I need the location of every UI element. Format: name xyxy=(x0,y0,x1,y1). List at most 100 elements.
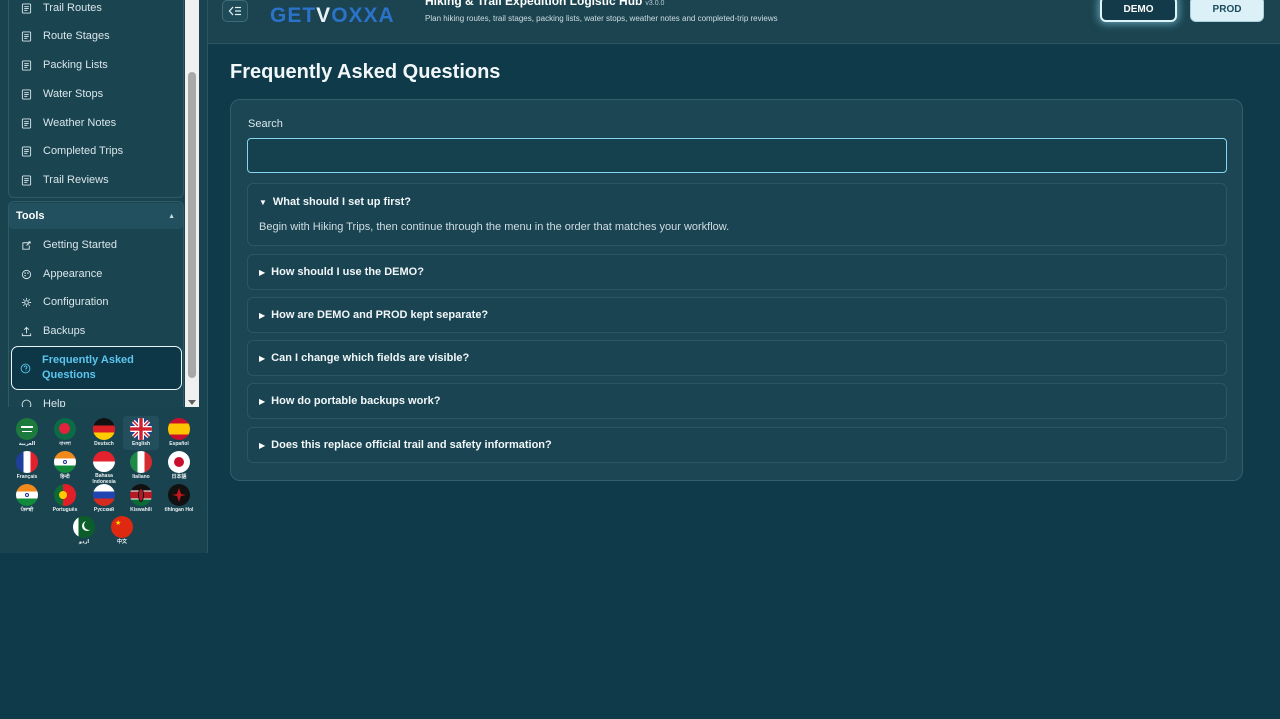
sidebar-item-getting-started[interactable]: Getting Started xyxy=(12,233,180,257)
triangle-down-icon: ▼ xyxy=(259,197,267,207)
language-option-de[interactable]: Deutsch xyxy=(86,418,122,452)
faq-item[interactable]: ▶ How do portable backups work? xyxy=(247,383,1227,419)
sidebar-item-label: Packing Lists xyxy=(43,59,108,71)
app-title: Hiking & Trail Expedition Logistic Hub v3… xyxy=(425,0,664,8)
sidebar-item-trail-reviews[interactable]: Trail Reviews xyxy=(12,168,180,192)
language-name: اردو xyxy=(78,539,90,545)
faq-question[interactable]: ▶ How should I use the DEMO? xyxy=(259,266,424,278)
language-name: हिन्दी xyxy=(60,474,70,480)
language-option-ur[interactable]: اردو xyxy=(66,516,102,550)
document-icon xyxy=(18,115,34,131)
help-circle-icon xyxy=(17,360,33,376)
collapse-sidebar-icon xyxy=(228,6,241,16)
page-title: Frequently Asked Questions xyxy=(230,61,501,83)
language-option-ja[interactable]: 日本語 xyxy=(161,451,197,485)
upload-icon xyxy=(18,323,34,339)
language-option-pa[interactable]: ਪੰਜਾਬੀ xyxy=(9,484,45,518)
language-selector: العربية বাংলা Deutsch English Español Fr… xyxy=(8,412,200,552)
flag-ru-icon xyxy=(93,484,115,506)
document-icon xyxy=(18,172,34,188)
search-label: Search xyxy=(248,118,283,130)
faq-item[interactable]: ▶ How should I use the DEMO? xyxy=(247,254,1227,290)
sidebar-item-help[interactable]: Help xyxy=(12,392,180,407)
language-name: Русский xyxy=(93,507,115,513)
triangle-right-icon: ▶ xyxy=(259,353,266,363)
flag-klingon-icon xyxy=(168,484,190,506)
faq-question[interactable]: ▼ What should I set up first? xyxy=(259,196,411,208)
sidebar-item-trail-routes[interactable]: Trail Routes xyxy=(12,0,180,20)
flag-de-icon xyxy=(93,418,115,440)
scrollbar-thumb[interactable] xyxy=(188,72,196,378)
sidebar-scrollbar[interactable] xyxy=(185,0,199,407)
faq-question[interactable]: ▶ Can I change which fields are visible? xyxy=(259,352,469,364)
language-option-zh[interactable]: ★ 中文 xyxy=(104,516,140,550)
logo-text-part: GET xyxy=(270,4,317,27)
flag-id-icon xyxy=(93,451,115,472)
language-option-ru[interactable]: Русский xyxy=(86,484,122,518)
language-option-es[interactable]: Español xyxy=(161,418,197,452)
language-option-tlh[interactable]: tlhIngan Hol xyxy=(161,484,197,518)
language-name: বাংলা xyxy=(59,441,71,447)
collapse-sidebar-button[interactable] xyxy=(222,0,248,22)
faq-question[interactable]: ▶ How do portable backups work? xyxy=(259,395,440,407)
faq-question-text: Does this replace official trail and saf… xyxy=(271,439,552,451)
language-option-pt[interactable]: Português xyxy=(47,484,83,518)
tools-group-title: Tools xyxy=(16,210,45,222)
sidebar-nav: Trail Routes Route Stages Packing Lists … xyxy=(0,0,184,407)
language-option-en[interactable]: English xyxy=(123,416,159,450)
faq-item[interactable]: ▼ What should I set up first? Begin with … xyxy=(247,183,1227,246)
language-option-bn[interactable]: বাংলা xyxy=(47,418,83,452)
sidebar-item-label: Weather Notes xyxy=(43,117,117,129)
language-name: Français xyxy=(16,474,38,480)
faq-question-text: How should I use the DEMO? xyxy=(271,266,424,278)
sidebar-item-water-stops[interactable]: Water Stops xyxy=(12,82,180,106)
prod-button[interactable]: PROD xyxy=(1190,0,1264,22)
language-name: Deutsch xyxy=(94,441,114,447)
faq-question[interactable]: ▶ Does this replace official trail and sa… xyxy=(259,439,552,451)
language-name: 日本語 xyxy=(171,474,187,480)
language-option-id[interactable]: Bahasa Indonesia xyxy=(86,451,122,485)
header: GETVOXXA Hiking & Trail Expedition Logis… xyxy=(208,0,1280,44)
sidebar-item-weather-notes[interactable]: Weather Notes xyxy=(12,111,180,135)
faq-answer: Begin with Hiking Trips, then continue t… xyxy=(259,221,730,233)
sidebar-item-label: Configuration xyxy=(43,296,109,308)
language-option-ar[interactable]: العربية xyxy=(9,418,45,452)
sidebar-item-label: Backups xyxy=(43,325,86,337)
tools-group-header[interactable]: Tools ▲ xyxy=(9,203,183,229)
sidebar-item-packing-lists[interactable]: Packing Lists xyxy=(12,53,180,77)
flag-sa-icon xyxy=(16,418,38,440)
flag-in-icon xyxy=(16,484,38,506)
triangle-right-icon: ▶ xyxy=(259,396,266,406)
language-option-fr[interactable]: Français xyxy=(9,451,45,485)
sidebar-item-completed-trips[interactable]: Completed Trips xyxy=(12,139,180,163)
language-name: العربية xyxy=(18,441,36,447)
sidebar-item-faq[interactable]: Frequently Asked Questions xyxy=(11,346,182,390)
faq-item[interactable]: ▶ How are DEMO and PROD kept separate? xyxy=(247,297,1227,333)
language-option-hi[interactable]: हिन्दी xyxy=(47,451,83,485)
flag-fr-icon xyxy=(16,451,38,473)
faq-question[interactable]: ▶ How are DEMO and PROD kept separate? xyxy=(259,309,488,321)
faq-question-text: How are DEMO and PROD kept separate? xyxy=(271,309,489,321)
sidebar-item-configuration[interactable]: Configuration xyxy=(12,290,180,314)
faq-card: Search ▼ What should I set up first? Begi… xyxy=(230,99,1243,481)
demo-button[interactable]: DEMO xyxy=(1100,0,1177,22)
language-option-it[interactable]: Italiano xyxy=(123,451,159,485)
flag-jp-icon xyxy=(168,451,190,473)
language-name: Español xyxy=(169,441,189,447)
language-name: tlhIngan Hol xyxy=(164,507,194,513)
sidebar-item-label: Getting Started xyxy=(43,239,117,251)
app-title-text: Hiking & Trail Expedition Logistic Hub xyxy=(425,0,643,8)
scroll-down-arrow-icon[interactable] xyxy=(188,400,196,405)
sidebar-item-label: Route Stages xyxy=(43,30,110,42)
help-icon xyxy=(18,396,34,407)
sidebar-item-label: Frequently Asked Questions xyxy=(42,354,134,381)
language-option-sw[interactable]: Kiswahili xyxy=(123,484,159,518)
search-input[interactable] xyxy=(247,138,1227,173)
sidebar-item-route-stages[interactable]: Route Stages xyxy=(12,24,180,48)
faq-item[interactable]: ▶ Can I change which fields are visible? xyxy=(247,340,1227,376)
chevron-up-icon: ▲ xyxy=(168,212,175,220)
sidebar-item-backups[interactable]: Backups xyxy=(12,319,180,343)
app-version: v3.0.0 xyxy=(645,0,665,7)
faq-item[interactable]: ▶ Does this replace official trail and sa… xyxy=(247,427,1227,463)
sidebar-item-appearance[interactable]: Appearance xyxy=(12,262,180,286)
